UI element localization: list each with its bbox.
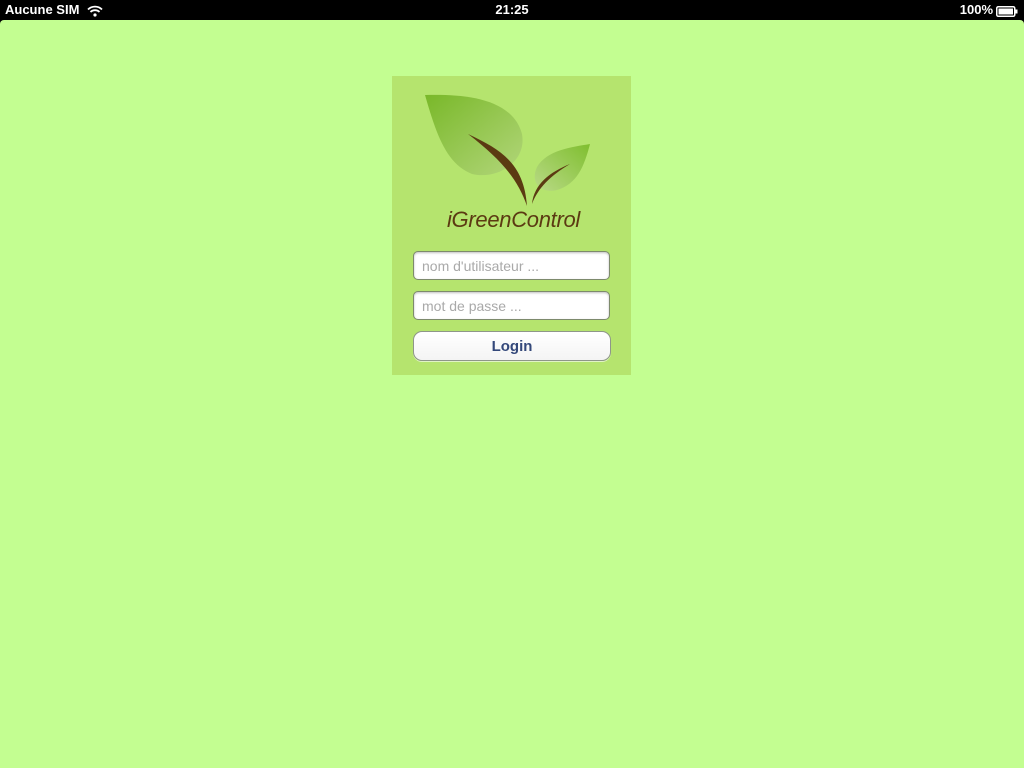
login-panel: iGreenControl Login bbox=[392, 76, 631, 375]
clock: 21:25 bbox=[495, 2, 529, 17]
password-input[interactable] bbox=[413, 291, 610, 320]
app-title: iGreenControl bbox=[446, 207, 581, 232]
login-button[interactable]: Login bbox=[413, 331, 611, 361]
status-right: 100% bbox=[960, 2, 1018, 17]
leaf-sprout-icon bbox=[425, 94, 590, 206]
username-input[interactable] bbox=[413, 251, 610, 280]
status-bar: Aucune SIM 21:25 100% bbox=[0, 0, 1024, 20]
app-screen: iGreenControl Login bbox=[0, 20, 1024, 768]
battery-icon bbox=[996, 5, 1018, 17]
battery-percentage: 100% bbox=[959, 2, 993, 17]
